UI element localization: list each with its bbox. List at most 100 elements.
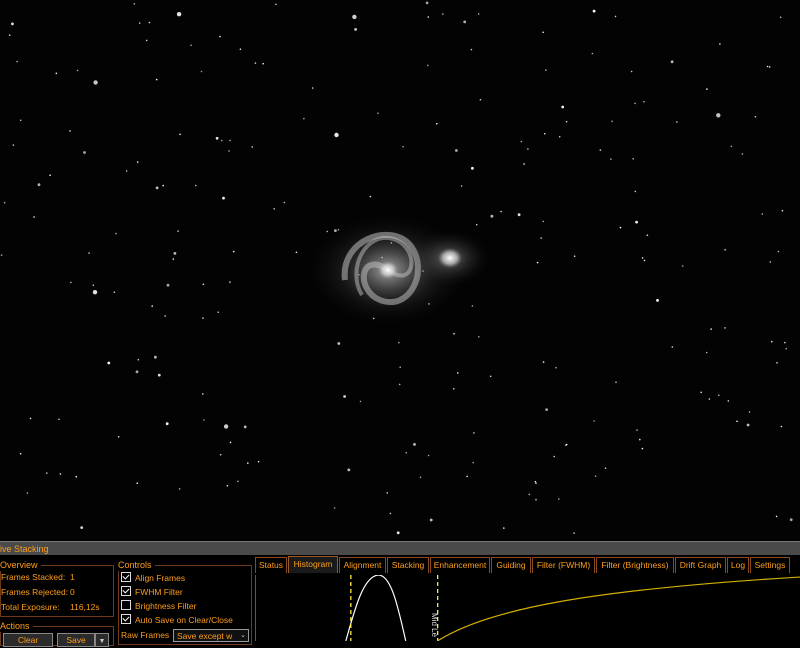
star xyxy=(200,70,203,73)
star xyxy=(49,174,51,176)
star xyxy=(135,370,139,374)
star xyxy=(148,21,151,24)
star xyxy=(262,62,265,65)
star xyxy=(477,13,480,15)
tab-log[interactable]: Log xyxy=(727,557,749,573)
star xyxy=(736,420,738,423)
star xyxy=(425,1,429,5)
tab-enhancement[interactable]: Enhancement xyxy=(430,557,490,573)
star xyxy=(615,381,617,384)
star xyxy=(251,146,253,148)
raw-frames-select[interactable]: Save except w ⌄ xyxy=(173,629,249,642)
star xyxy=(396,531,400,535)
star xyxy=(670,60,674,64)
star xyxy=(59,473,62,475)
star xyxy=(768,66,771,68)
align-frames-checkbox[interactable]: Align Frames xyxy=(121,572,185,584)
star xyxy=(789,518,793,522)
star xyxy=(75,475,78,478)
star xyxy=(478,336,480,338)
save-button[interactable]: Save xyxy=(57,633,95,647)
star xyxy=(716,113,721,118)
star xyxy=(784,341,786,344)
star xyxy=(429,518,433,522)
star xyxy=(427,454,430,457)
star xyxy=(634,190,637,193)
star xyxy=(399,366,402,369)
star xyxy=(173,252,177,255)
star xyxy=(761,213,764,215)
star xyxy=(283,201,286,204)
star xyxy=(769,261,772,263)
star xyxy=(202,317,204,319)
star xyxy=(754,115,757,118)
star xyxy=(229,441,232,444)
star xyxy=(80,526,84,529)
star xyxy=(195,184,197,187)
star xyxy=(741,153,744,155)
star xyxy=(471,305,474,307)
frames-rejected-value: 0 xyxy=(70,587,75,597)
save-dropdown-button[interactable]: ▼ xyxy=(95,633,109,647)
star xyxy=(455,149,458,152)
star xyxy=(405,451,408,454)
star xyxy=(676,121,678,123)
chevron-down-icon: ⌄ xyxy=(240,632,246,639)
tab-stacking[interactable]: Stacking xyxy=(387,557,429,573)
star xyxy=(151,305,153,307)
tab-filter-brightness[interactable]: Filter (Brightness) xyxy=(596,557,674,573)
star xyxy=(706,88,708,90)
star xyxy=(641,447,644,450)
raw-frames-value: Save except w xyxy=(177,631,233,641)
star xyxy=(157,373,161,377)
star xyxy=(166,283,170,287)
tab-guiding[interactable]: Guiding xyxy=(491,557,531,573)
checkbox-checked-icon[interactable] xyxy=(121,586,131,596)
star xyxy=(466,475,468,478)
star xyxy=(8,34,11,36)
chevron-down-icon: ▼ xyxy=(98,638,106,645)
star xyxy=(413,443,416,446)
star xyxy=(337,342,341,345)
star xyxy=(471,166,474,170)
tab-settings[interactable]: Settings xyxy=(750,557,790,573)
checkbox-unchecked-icon[interactable] xyxy=(121,600,131,610)
frames-rejected-label: Frames Rejected: xyxy=(1,587,69,597)
star xyxy=(705,351,708,354)
star xyxy=(33,216,35,218)
star xyxy=(369,195,372,198)
star xyxy=(347,468,351,472)
histogram-chart[interactable] xyxy=(255,575,800,641)
star xyxy=(442,13,444,15)
star xyxy=(641,257,644,259)
tab-alignment[interactable]: Alignment xyxy=(339,557,386,573)
clear-button[interactable]: Clear xyxy=(3,633,53,647)
star xyxy=(558,135,561,138)
panel-title: ive Stacking xyxy=(0,541,800,555)
tab-histogram[interactable]: Histogram xyxy=(288,556,338,573)
star xyxy=(748,411,751,413)
auto-save-checkbox[interactable]: Auto Save on Clear/Close xyxy=(121,614,233,626)
frames-stacked-row: Frames Stacked: 1 xyxy=(1,572,75,583)
tab-drift-graph[interactable]: Drift Graph xyxy=(675,557,726,573)
star xyxy=(457,372,459,374)
star xyxy=(402,145,404,148)
checkbox-checked-icon[interactable] xyxy=(121,614,131,624)
star xyxy=(215,136,219,140)
star xyxy=(12,144,15,146)
checkbox-checked-icon[interactable] xyxy=(121,572,131,582)
star xyxy=(594,475,597,478)
star xyxy=(398,341,400,344)
star xyxy=(453,333,455,335)
tab-status[interactable]: Status xyxy=(255,557,287,573)
star xyxy=(311,87,314,89)
star xyxy=(520,140,523,143)
fwhm-filter-checkbox[interactable]: FWHM Filter xyxy=(121,586,183,598)
tab-filter-fwhm[interactable]: Filter (FWHM) xyxy=(532,557,595,573)
star xyxy=(489,375,492,378)
star xyxy=(553,455,555,458)
brightness-filter-checkbox[interactable]: Brightness Filter xyxy=(121,600,196,612)
star xyxy=(558,498,560,500)
stacked-image-view[interactable] xyxy=(0,0,800,541)
star xyxy=(398,383,401,386)
